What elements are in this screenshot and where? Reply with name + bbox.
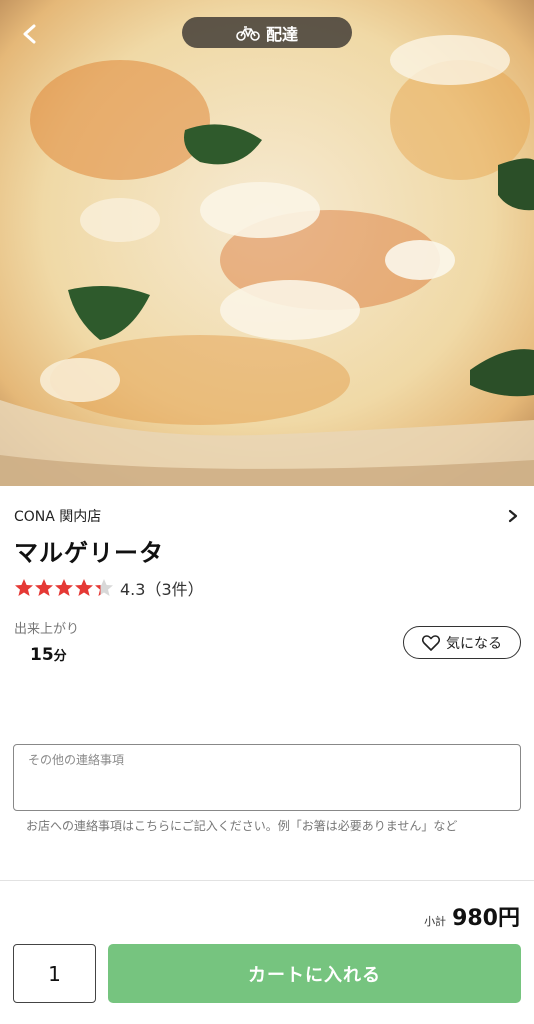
subtotal-label: 小計 xyxy=(424,915,447,928)
rating: 4.3（3件） xyxy=(14,576,204,600)
ready-minutes: 15 xyxy=(30,645,54,665)
ready-time-label: 出来上がり xyxy=(14,622,80,637)
rating-text: 4.3（3件） xyxy=(120,580,204,599)
ready-time-value: 15分 xyxy=(30,645,67,665)
store-name: CONA 関内店 xyxy=(14,509,102,525)
star-full-icon xyxy=(75,579,93,596)
quantity-selector[interactable]: 1 xyxy=(13,944,96,1003)
star-full-icon xyxy=(55,579,73,596)
subtotal-value: 980円 xyxy=(452,906,520,931)
stars-icon xyxy=(15,579,113,596)
delivery-mode-badge: 配達 xyxy=(182,17,352,48)
note-help-text: お店への連絡事項はこちらにご記入ください。例「お箸は必要ありません」など xyxy=(26,819,458,833)
favorite-button[interactable]: 気になる xyxy=(403,626,521,659)
add-to-cart-label: カートに入れる xyxy=(248,964,381,986)
delivery-label: 配達 xyxy=(265,24,298,44)
star-full-icon xyxy=(35,579,53,596)
favorite-label: 気になる xyxy=(446,635,502,652)
product-title: マルゲリータ xyxy=(14,539,164,567)
star-full-icon xyxy=(15,579,33,596)
divider xyxy=(0,880,534,881)
ready-unit: 分 xyxy=(53,649,67,664)
heart-icon xyxy=(422,634,440,651)
store-link[interactable]: CONA 関内店 xyxy=(14,504,520,528)
quantity-value: 1 xyxy=(48,961,61,986)
bicycle-icon xyxy=(236,25,260,41)
star-partial-icon xyxy=(95,579,113,596)
back-button[interactable] xyxy=(14,18,46,50)
pizza-photo xyxy=(0,0,534,486)
note-input[interactable] xyxy=(14,745,520,810)
subtotal: 小計 980円 xyxy=(424,900,520,932)
chevron-left-icon xyxy=(23,24,36,44)
star-rating xyxy=(14,578,114,598)
product-image: 配達 xyxy=(0,0,534,486)
chevron-right-icon xyxy=(508,509,518,523)
note-field[interactable] xyxy=(13,744,521,811)
add-to-cart-button[interactable]: カートに入れる xyxy=(108,944,521,1003)
